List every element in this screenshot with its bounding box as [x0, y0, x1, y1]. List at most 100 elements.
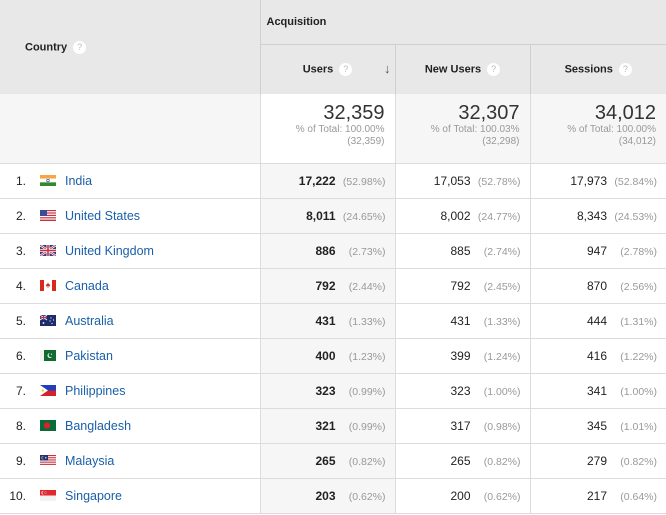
new-users-percent: (1.33%): [483, 315, 521, 328]
column-header-sessions[interactable]: Sessions?: [530, 44, 666, 94]
total-users-abs: (32,359): [347, 136, 385, 147]
users-percent: (2.73%): [348, 245, 386, 258]
users-cell: 431 (1.33%): [260, 303, 396, 339]
row-index: 1.: [15, 173, 26, 188]
sort-descending-icon[interactable]: ↓: [384, 61, 391, 76]
column-header-users[interactable]: Users? ↓: [260, 44, 396, 94]
total-users-value: 32,359: [323, 102, 385, 124]
users-value: 8,011: [306, 208, 336, 223]
total-sessions-pct: % of Total: 100.00%: [567, 124, 657, 135]
users-cell: 203 (0.62%): [260, 478, 396, 514]
column-header-new-users[interactable]: New Users?: [395, 44, 531, 94]
flag-india-icon: [40, 174, 56, 186]
users-percent: (52.98%): [342, 175, 386, 188]
help-icon[interactable]: ?: [487, 62, 501, 76]
totals-row: 32,359 % of Total: 100.00% (32,359) 32,3…: [0, 94, 666, 164]
row-index: 9.: [15, 453, 26, 468]
country-link[interactable]: Malaysia: [65, 454, 114, 468]
help-icon[interactable]: ?: [73, 40, 87, 54]
total-users-pct: % of Total: 100.00%: [295, 124, 385, 135]
flag-australia-icon: [40, 314, 56, 326]
row-index: 8.: [15, 418, 26, 433]
users-cell: 17,222 (52.98%): [260, 163, 396, 199]
country-cell: 7. Philippines: [0, 373, 261, 409]
sessions-cell: 345 (1.01%): [530, 408, 666, 444]
new-users-cell: 200 (0.62%): [395, 478, 531, 514]
users-cell: 8,011 (24.65%): [260, 198, 396, 234]
table-row: 2. United States 8,011 (24.65%) 8,002 (24.77%…: [0, 198, 666, 234]
flag-us-icon: [40, 209, 56, 221]
row-index: 7.: [15, 383, 26, 398]
sessions-percent: (2.56%): [620, 280, 658, 293]
total-new-users-pct: % of Total: 100.03%: [430, 124, 520, 135]
country-cell: 4. Canada: [0, 268, 261, 304]
new-users-percent: (0.62%): [483, 490, 521, 503]
country-cell: 1. India: [0, 163, 261, 199]
country-cell: 6. Pakistan: [0, 338, 261, 374]
column-group-acquisition: Acquisition: [260, 0, 666, 45]
users-value: 400: [315, 348, 336, 363]
sessions-value: 341: [586, 383, 608, 398]
new-users-cell: 265 (0.82%): [395, 443, 531, 479]
column-header-users-label: Users: [302, 63, 334, 76]
new-users-cell: 885 (2.74%): [395, 233, 531, 269]
sessions-value: 17,973: [570, 173, 608, 188]
new-users-percent: (2.74%): [483, 245, 521, 258]
total-new-users-value: 32,307: [458, 102, 520, 124]
new-users-value: 431: [450, 313, 471, 328]
country-link[interactable]: United States: [65, 209, 140, 223]
country-link[interactable]: Philippines: [65, 384, 125, 398]
sessions-value: 279: [586, 453, 608, 468]
sessions-percent: (52.84%): [614, 175, 658, 188]
column-header-new-users-label: New Users: [424, 63, 482, 76]
table-row: 3. United Kingdom 886 (2.73%) 885 (2.74%) 947 (…: [0, 233, 666, 269]
totals-sessions-cell: 34,012 % of Total: 100.00% (34,012): [530, 94, 666, 164]
help-icon[interactable]: ?: [339, 62, 353, 76]
users-value: 265: [315, 453, 336, 468]
new-users-percent: (52.78%): [477, 175, 521, 188]
new-users-value: 792: [450, 278, 471, 293]
country-link[interactable]: Canada: [65, 279, 109, 293]
users-percent: (0.99%): [348, 385, 386, 398]
users-cell: 265 (0.82%): [260, 443, 396, 479]
total-sessions-value: 34,012: [594, 102, 657, 124]
country-link[interactable]: Singapore: [65, 489, 122, 503]
sessions-value: 947: [586, 243, 608, 258]
row-index: 3.: [15, 243, 26, 258]
totals-new-users-cell: 32,307 % of Total: 100.03% (32,298): [395, 94, 531, 164]
users-value: 886: [315, 243, 336, 258]
sessions-cell: 279 (0.82%): [530, 443, 666, 479]
table-row: 1. India 17,222 (52.98%) 17,053 (52.78%) 17,97…: [0, 163, 666, 199]
users-cell: 886 (2.73%): [260, 233, 396, 269]
country-link[interactable]: Pakistan: [65, 349, 113, 363]
users-value: 323: [315, 383, 336, 398]
new-users-percent: (0.98%): [483, 420, 521, 433]
country-link[interactable]: Australia: [65, 314, 114, 328]
totals-users-cell: 32,359 % of Total: 100.00% (32,359): [260, 94, 396, 164]
new-users-cell: 8,002 (24.77%): [395, 198, 531, 234]
help-icon[interactable]: ?: [618, 62, 632, 76]
table-row: 7. Philippines 323 (0.99%) 323 (1.00%) 341 (1.0…: [0, 373, 666, 409]
country-link[interactable]: India: [65, 174, 92, 188]
sessions-cell: 217 (0.64%): [530, 478, 666, 514]
users-cell: 321 (0.99%): [260, 408, 396, 444]
table-row: 6. Pakistan 400 (1.23%) 399 (1.24%) 416 (1.22%): [0, 338, 666, 374]
country-link[interactable]: United Kingdom: [65, 244, 154, 258]
country-cell: 9. Malaysia: [0, 443, 261, 479]
users-percent: (0.99%): [348, 420, 386, 433]
users-cell: 792 (2.44%): [260, 268, 396, 304]
sessions-percent: (1.00%): [620, 385, 658, 398]
column-header-country[interactable]: Country?: [0, 0, 261, 94]
users-value: 431: [315, 313, 336, 328]
row-index: 2.: [15, 208, 26, 223]
users-cell: 323 (0.99%): [260, 373, 396, 409]
country-report-table: Country? Acquisition Users? ↓ New Users?…: [0, 0, 666, 514]
new-users-value: 265: [450, 453, 471, 468]
sessions-cell: 8,343 (24.53%): [530, 198, 666, 234]
new-users-value: 8,002: [440, 208, 471, 223]
sessions-value: 217: [586, 488, 608, 503]
country-cell: 10. Singapore: [0, 478, 261, 514]
country-link[interactable]: Bangladesh: [65, 419, 131, 433]
flag-uk-icon: [40, 244, 56, 256]
new-users-value: 200: [450, 488, 471, 503]
